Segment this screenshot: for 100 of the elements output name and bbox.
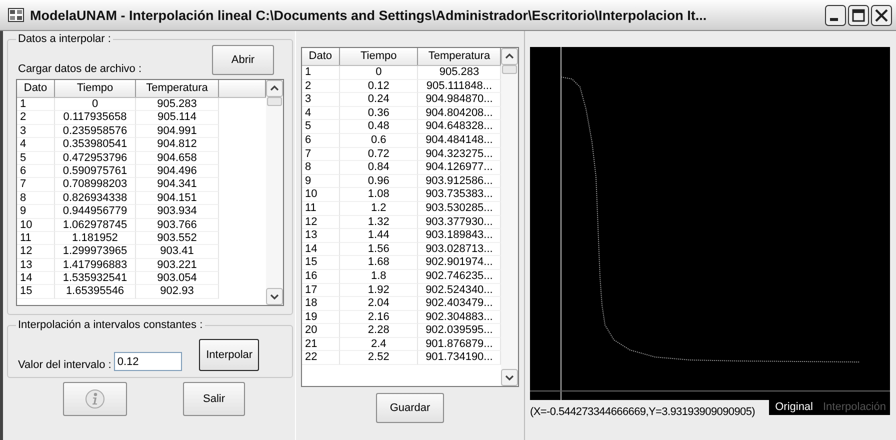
close-icon[interactable] (871, 4, 892, 26)
scrollbar[interactable] (501, 48, 518, 386)
table-cell: 2.04 (340, 297, 418, 311)
table-cell: 0 (340, 66, 418, 80)
table-cell: 16 (302, 270, 340, 284)
table-cell: 1.299973965 (55, 245, 136, 259)
interval-field[interactable]: 0.12 (114, 352, 182, 371)
table-cell: 12 (302, 216, 340, 230)
info-button[interactable] (63, 382, 127, 416)
table-cell: 6 (17, 164, 55, 178)
coordinates-text: (X=-0.544273344666669,Y=3.93193909090905) (530, 405, 756, 418)
table-cell: 0.72 (340, 148, 418, 162)
table-cell: 2.28 (340, 324, 418, 338)
table-cell: 903.766 (136, 218, 219, 232)
save-button[interactable]: Guardar (376, 393, 444, 423)
table-cell: 13 (17, 258, 55, 272)
table-cell: 5 (302, 120, 340, 134)
table-cell: 6 (302, 134, 340, 148)
table-cell: 903.552 (136, 232, 219, 246)
table-cell: 0.96 (340, 174, 418, 188)
table-cell: 1.8 (340, 270, 418, 284)
table-cell: 0 (55, 98, 136, 112)
column-header[interactable]: Dato (302, 48, 340, 65)
interval-label: Valor del intervalo : (18, 359, 112, 371)
table-cell: 0.84 (340, 161, 418, 175)
table-cell: 0.353980541 (55, 138, 136, 152)
table-cell: 1.65395546 (55, 285, 136, 299)
table-cell: 0.48 (340, 120, 418, 134)
table-cell: 0.12 (340, 80, 418, 94)
table-cell: 10 (17, 218, 55, 232)
table-cell: 1.68 (340, 256, 418, 270)
table-cell: 1 (302, 66, 340, 80)
table-cell: 1.92 (340, 284, 418, 298)
scroll-up-icon[interactable] (266, 80, 283, 97)
table-cell: 19 (302, 310, 340, 324)
table-cell: 2.52 (340, 351, 418, 366)
table-cell: 1.2 (340, 202, 418, 216)
table-cell: 903.221 (136, 258, 219, 272)
table-cell: 1.56 (340, 242, 418, 256)
table-cell: 9 (302, 174, 340, 188)
table-cell: 9 (17, 205, 55, 219)
table-cell: 3 (302, 93, 340, 107)
table-cell: 0.590975761 (55, 164, 136, 178)
table-cell: 903.41 (136, 245, 219, 259)
table-cell: 2.4 (340, 338, 418, 352)
column-header[interactable]: Temperatura (136, 80, 219, 97)
table-cell: 904.341 (136, 178, 219, 192)
table-cell: 7 (302, 148, 340, 162)
table-cell: 903.054 (136, 272, 219, 286)
table-cell: 5 (17, 152, 55, 165)
table-cell: 903.934 (136, 205, 219, 219)
table-cell: 904.812 (136, 138, 219, 152)
open-button[interactable]: Abrir (212, 45, 274, 75)
info-icon (85, 389, 105, 409)
table-cell: 8 (302, 161, 340, 175)
exit-button[interactable]: Salir (183, 382, 245, 416)
table-cell: 15 (302, 256, 340, 270)
table-cell: 2.16 (340, 310, 418, 324)
table-cell: 1.44 (340, 229, 418, 243)
column-header[interactable]: Tiempo (340, 48, 418, 65)
table-cell: 4 (17, 138, 55, 152)
table-cell: 0.472953796 (55, 152, 136, 165)
table-cell: 0.6 (340, 134, 418, 148)
group-label: Interpolación a intervalos constantes : (17, 319, 204, 331)
table-cell: 21 (302, 338, 340, 352)
table-cell: 14 (17, 272, 55, 286)
table-cell: 14 (302, 242, 340, 256)
legend-item[interactable]: Original (775, 401, 813, 413)
column-header[interactable]: Tiempo (55, 80, 136, 97)
window-icon (8, 8, 24, 22)
table-cell: 1.181952 (55, 232, 136, 246)
table-cell: 1.417996883 (55, 258, 136, 272)
column-header[interactable]: Dato (17, 80, 55, 97)
scroll-thumb[interactable] (502, 65, 517, 74)
table-cell: 0.235958576 (55, 124, 136, 138)
table-cell: 1.32 (340, 216, 418, 230)
table-cell: 11 (17, 232, 55, 246)
table-cell: 905.283 (136, 98, 219, 112)
scroll-down-icon[interactable] (501, 369, 518, 386)
table-cell: 1 (17, 98, 55, 112)
table-cell: 0.117935658 (55, 111, 136, 125)
table-cell: 0.36 (340, 106, 418, 120)
table-cell: 7 (17, 178, 55, 192)
scroll-up-icon[interactable] (501, 48, 518, 65)
table-cell: 22 (302, 351, 340, 366)
table-cell: 3 (17, 124, 55, 138)
scrollbar[interactable] (266, 80, 283, 305)
maximize-icon[interactable] (848, 4, 869, 26)
table-cell: 1.08 (340, 188, 418, 202)
scroll-thumb[interactable] (267, 97, 282, 106)
table-cell: 904.496 (136, 164, 219, 178)
scroll-down-icon[interactable] (266, 288, 283, 305)
table-cell: 0.24 (340, 93, 418, 107)
interpolate-button[interactable]: Interpolar (199, 339, 260, 371)
table-cell: 0.826934338 (55, 192, 136, 206)
minimize-icon[interactable] (825, 4, 846, 26)
table-cell: 15 (17, 285, 55, 299)
window-title: ModelaUNAM - Interpolación lineal C:\Documents and Settings\Administrador\Escritorio\Interpolacion It... (30, 8, 708, 22)
table-cell: 12 (17, 245, 55, 259)
table-cell: 1.062978745 (55, 218, 136, 232)
